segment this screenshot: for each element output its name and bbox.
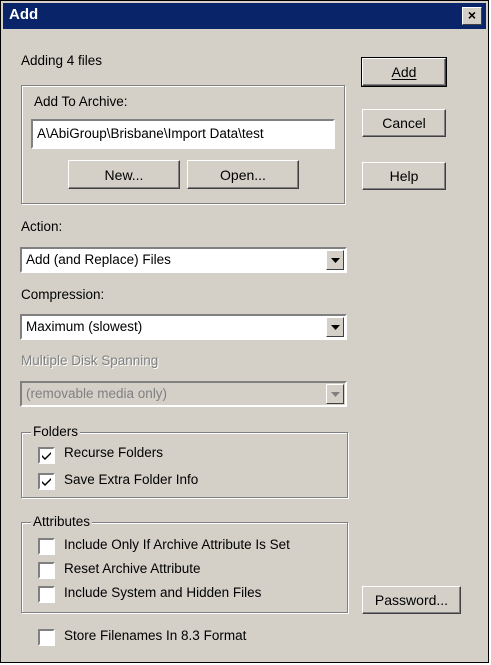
- action-select[interactable]: Add (and Replace) Files: [20, 247, 347, 273]
- reset-archive-attribute-checkbox[interactable]: [38, 562, 55, 579]
- recurse-folders-label[interactable]: Recurse Folders: [64, 445, 163, 460]
- system-hidden-files-checkbox[interactable]: [38, 586, 55, 603]
- password-button[interactable]: Password...: [362, 586, 461, 614]
- compression-label: Compression:: [21, 287, 105, 302]
- chevron-down-icon[interactable]: [326, 250, 344, 270]
- attributes-group-title: Attributes: [31, 514, 93, 529]
- recurse-folders-checkbox[interactable]: [38, 447, 55, 464]
- spanning-value: (removable media only): [26, 386, 168, 401]
- archive-attribute-only-label[interactable]: Include Only If Archive Attribute Is Set: [64, 537, 290, 552]
- check-icon: [42, 452, 51, 460]
- cancel-button[interactable]: Cancel: [362, 109, 446, 137]
- action-label: Action:: [21, 219, 63, 234]
- add-dialog: Add × Adding 4 files Add Cancel Help Pas…: [0, 0, 489, 663]
- title-bar[interactable]: Add ×: [3, 3, 486, 29]
- chevron-down-icon[interactable]: [326, 317, 344, 337]
- compression-select[interactable]: Maximum (slowest): [20, 314, 347, 340]
- folders-group-title: Folders: [31, 424, 81, 439]
- folders-group: [21, 432, 348, 498]
- open-archive-button[interactable]: Open...: [187, 160, 299, 189]
- window-title: Add: [9, 6, 39, 23]
- add-button-label: Add: [391, 64, 417, 80]
- archive-path-field[interactable]: A\AbiGroup\Brisbane\Import Data\test: [31, 119, 335, 149]
- spanning-select: (removable media only): [20, 381, 347, 407]
- check-icon: [42, 478, 51, 486]
- archive-attribute-only-checkbox[interactable]: [38, 538, 55, 555]
- close-button[interactable]: ×: [462, 7, 482, 25]
- help-button[interactable]: Help: [362, 162, 446, 190]
- save-folder-info-checkbox[interactable]: [38, 473, 55, 490]
- store-83-label[interactable]: Store Filenames In 8.3 Format: [64, 628, 246, 643]
- save-folder-info-label[interactable]: Save Extra Folder Info: [64, 472, 198, 487]
- reset-archive-attribute-label[interactable]: Reset Archive Attribute: [64, 561, 201, 576]
- adding-files-label: Adding 4 files: [21, 53, 103, 68]
- archive-label: Add To Archive:: [34, 94, 128, 109]
- add-button[interactable]: Add: [361, 57, 447, 87]
- store-83-checkbox[interactable]: [38, 629, 55, 646]
- action-value: Add (and Replace) Files: [26, 252, 171, 267]
- spanning-label: Multiple Disk Spanning: [21, 353, 159, 368]
- compression-value: Maximum (slowest): [26, 319, 143, 334]
- chevron-down-icon: [326, 384, 344, 404]
- new-archive-button[interactable]: New...: [68, 160, 180, 189]
- system-hidden-files-label[interactable]: Include System and Hidden Files: [64, 585, 261, 600]
